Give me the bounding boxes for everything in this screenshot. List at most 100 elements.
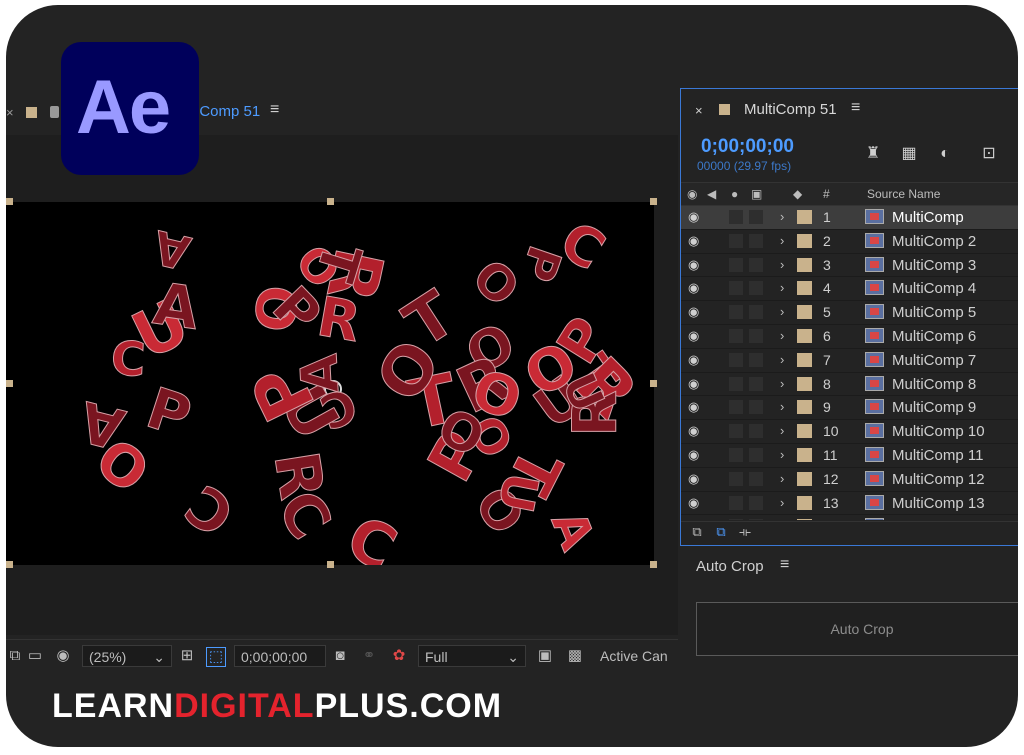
color-channels-icon[interactable]: ✿ xyxy=(390,647,408,665)
layer-row[interactable]: ◉ › 7 MultiComp 7 xyxy=(681,348,1018,373)
lock-switch[interactable] xyxy=(749,471,763,486)
eye-icon[interactable]: ◉ xyxy=(688,209,699,225)
audio-icon[interactable]: ◀ xyxy=(707,187,716,201)
eye-icon[interactable]: ◉ xyxy=(688,495,699,511)
eye-icon[interactable]: ◉ xyxy=(687,187,697,201)
chevron-right-icon[interactable]: › xyxy=(780,352,784,367)
transform-handle[interactable] xyxy=(6,380,13,387)
label-color-swatch[interactable] xyxy=(797,281,812,296)
eye-icon[interactable]: ◉ xyxy=(688,423,699,439)
eye-icon[interactable]: ◉ xyxy=(688,518,699,520)
display-icon[interactable]: ▭ xyxy=(26,647,44,665)
panel-menu-icon[interactable]: ≡ xyxy=(270,101,279,119)
chevron-right-icon[interactable]: › xyxy=(780,447,784,462)
timeline-tab-title[interactable]: MultiComp 51 xyxy=(744,101,837,118)
eye-icon[interactable]: ◉ xyxy=(688,376,699,392)
layer-name[interactable]: MultiComp 14 xyxy=(892,518,985,520)
layer-row[interactable]: ◉ › 4 MultiComp 4 xyxy=(681,277,1018,302)
layer-row[interactable]: ◉ › 10 MultiComp 10 xyxy=(681,420,1018,444)
solo-switch[interactable] xyxy=(729,447,743,462)
motion-blur-icon[interactable]: ◐ xyxy=(935,145,955,163)
chevron-right-icon[interactable]: › xyxy=(780,328,784,343)
eye-icon[interactable]: ◉ xyxy=(688,328,699,344)
toggle-modes-icon[interactable]: ⧉ xyxy=(713,524,729,540)
layer-row[interactable]: ◉ › 3 MultiComp 3 xyxy=(681,253,1018,278)
lock-switch[interactable] xyxy=(749,424,763,439)
transform-handle[interactable] xyxy=(650,198,657,205)
toggle-switches-icon[interactable]: ⧉ xyxy=(689,524,705,540)
label-color-swatch[interactable] xyxy=(797,519,812,520)
zoom-dropdown[interactable]: (25%) ⌄ xyxy=(82,645,172,667)
lock-switch[interactable] xyxy=(749,519,763,520)
eye-icon[interactable]: ◉ xyxy=(688,447,699,463)
label-color-swatch[interactable] xyxy=(797,471,812,486)
solo-switch[interactable] xyxy=(729,471,743,486)
layer-name[interactable]: MultiComp 2 xyxy=(892,233,976,250)
lock-switch[interactable] xyxy=(749,233,763,248)
chevron-right-icon[interactable]: › xyxy=(780,471,784,486)
label-color-swatch[interactable] xyxy=(797,233,812,248)
eye-icon[interactable]: ◉ xyxy=(688,280,699,296)
label-color-swatch[interactable] xyxy=(797,257,812,272)
label-color-swatch[interactable] xyxy=(797,424,812,439)
chevron-right-icon[interactable]: › xyxy=(780,280,784,295)
label-color-swatch[interactable] xyxy=(797,305,812,320)
transform-handle[interactable] xyxy=(327,561,334,568)
label-color-swatch[interactable] xyxy=(797,400,812,415)
lock-switch[interactable] xyxy=(749,400,763,415)
show-snapshot-icon[interactable]: ⚭ xyxy=(360,647,378,665)
region-of-interest-icon[interactable]: ⬚ xyxy=(206,647,226,667)
eye-icon[interactable]: ◉ xyxy=(688,352,699,368)
chevron-right-icon[interactable]: › xyxy=(780,257,784,272)
timeline-timecode[interactable]: 0;00;00;00 xyxy=(701,136,794,158)
label-color-swatch[interactable] xyxy=(797,376,812,391)
transform-handle[interactable] xyxy=(327,198,334,205)
label-color-swatch[interactable] xyxy=(797,352,812,367)
chevron-right-icon[interactable]: › xyxy=(780,304,784,319)
source-name-header[interactable]: Source Name xyxy=(867,187,940,201)
transform-handle[interactable] xyxy=(650,380,657,387)
transparency-grid-icon[interactable]: ▩ xyxy=(566,647,584,665)
solo-switch[interactable] xyxy=(729,257,743,272)
preview-icon[interactable]: ⧉ xyxy=(6,647,24,665)
solo-switch[interactable] xyxy=(729,281,743,296)
layer-name[interactable]: MultiComp 3 xyxy=(892,257,976,274)
lock-switch[interactable] xyxy=(749,495,763,510)
layer-row[interactable]: ◉ › 1 MultiComp xyxy=(681,206,1018,230)
solo-icon[interactable]: ● xyxy=(731,187,738,201)
label-color-swatch[interactable] xyxy=(797,328,812,343)
lock-switch[interactable] xyxy=(749,352,763,367)
close-icon[interactable]: × xyxy=(695,103,703,118)
label-color-swatch[interactable] xyxy=(797,210,812,224)
fast-preview-icon[interactable]: ▣ xyxy=(536,647,554,665)
layer-row[interactable]: ◉ › 6 MultiComp 6 xyxy=(681,324,1018,349)
layer-name[interactable]: MultiComp 8 xyxy=(892,376,976,393)
panel-menu-icon[interactable]: ≡ xyxy=(851,99,860,117)
solo-switch[interactable] xyxy=(729,328,743,343)
solo-switch[interactable] xyxy=(729,400,743,415)
close-icon[interactable]: × xyxy=(6,105,14,120)
layer-row[interactable]: ◉ › 8 MultiComp 8 xyxy=(681,372,1018,397)
layer-name[interactable]: MultiComp 4 xyxy=(892,280,976,297)
solo-switch[interactable] xyxy=(729,233,743,248)
transform-handle[interactable] xyxy=(650,561,657,568)
layer-name[interactable]: MultiComp 9 xyxy=(892,399,976,416)
solo-switch[interactable] xyxy=(729,305,743,320)
layer-row[interactable]: ◉ › 11 MultiComp 11 xyxy=(681,443,1018,468)
grid-icon[interactable]: ⊞ xyxy=(178,647,196,665)
layer-row[interactable]: ◉ › 12 MultiComp 12 xyxy=(681,467,1018,492)
current-time-field[interactable]: 0;00;00;00 xyxy=(234,645,326,667)
chevron-right-icon[interactable]: › xyxy=(780,518,784,520)
layer-name[interactable]: MultiComp 12 xyxy=(892,471,985,488)
eye-icon[interactable]: ◉ xyxy=(688,471,699,487)
resolution-dropdown[interactable]: Full ⌄ xyxy=(418,645,526,667)
auto-crop-button[interactable]: Auto Crop xyxy=(696,602,1018,656)
layer-name[interactable]: MultiComp 11 xyxy=(892,447,983,464)
chevron-right-icon[interactable]: › xyxy=(780,209,784,224)
layer-name[interactable]: MultiComp 13 xyxy=(892,495,985,512)
solo-switch[interactable] xyxy=(729,495,743,510)
eye-icon[interactable]: ◉ xyxy=(688,399,699,415)
draft-3d-icon[interactable]: ♜ xyxy=(863,145,883,163)
transform-handle[interactable] xyxy=(6,561,13,568)
layer-row[interactable]: ◉ › 14 MultiComp 14 xyxy=(681,515,1018,520)
